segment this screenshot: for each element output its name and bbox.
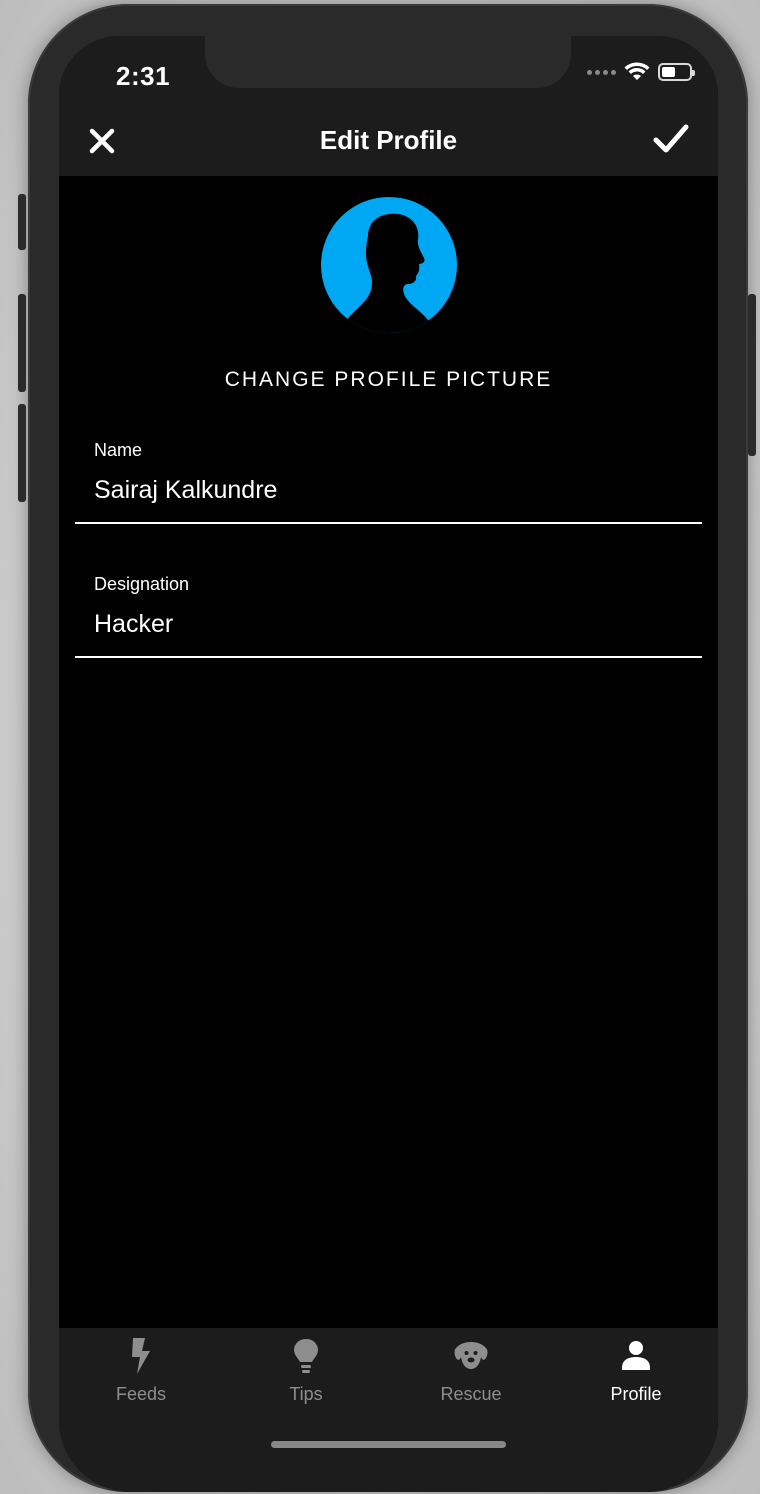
- lightbulb-icon: [294, 1339, 318, 1373]
- edit-profile-content: CHANGE PROFILE PICTURE Name Designation: [59, 176, 718, 1328]
- home-indicator: [271, 1441, 506, 1448]
- battery-icon: [658, 63, 695, 81]
- checkmark-icon[interactable]: [652, 122, 690, 156]
- change-profile-picture-button[interactable]: CHANGE PROFILE PICTURE: [59, 368, 718, 392]
- battery-fill: [662, 67, 675, 77]
- designation-label: Designation: [94, 574, 190, 594]
- page-title: Edit Profile: [319, 125, 458, 155]
- tab-feeds[interactable]: Feeds: [59, 1328, 223, 1418]
- designation-input[interactable]: [94, 610, 674, 639]
- person-silhouette-icon[interactable]: [320, 196, 458, 334]
- name-label: Name: [94, 440, 143, 460]
- name-input[interactable]: [94, 476, 674, 505]
- tab-profile[interactable]: Profile: [554, 1328, 718, 1418]
- tab-rescue[interactable]: Rescue: [389, 1328, 553, 1418]
- wifi-icon: [624, 62, 650, 80]
- volume-down-button: [18, 404, 26, 502]
- app-screen: 2:31 Edit Profile CHANGE PROFILE PICTURE…: [59, 36, 718, 1492]
- tab-label: Profile: [610, 1384, 662, 1404]
- user-icon: [622, 1341, 650, 1370]
- name-field: Name: [75, 440, 702, 524]
- tab-label: Rescue: [440, 1384, 502, 1404]
- status-time: 2:31: [116, 61, 171, 91]
- tab-tips[interactable]: Tips: [224, 1328, 388, 1418]
- status-bar: 2:31: [59, 36, 718, 106]
- cellular-signal-icon: [587, 69, 616, 75]
- tab-label: Feeds: [115, 1384, 167, 1404]
- volume-up-button: [18, 294, 26, 392]
- tab-label: Tips: [289, 1384, 323, 1404]
- lightning-icon: [132, 1338, 150, 1374]
- mute-switch: [18, 194, 26, 250]
- designation-field: Designation: [75, 574, 702, 658]
- dog-icon: [454, 1342, 488, 1369]
- power-button: [748, 294, 756, 456]
- status-icons: [587, 62, 695, 82]
- tab-bar: Feeds Tips Rescue Profile: [59, 1328, 718, 1492]
- notch: [205, 36, 571, 88]
- navigation-bar: Edit Profile: [59, 106, 718, 176]
